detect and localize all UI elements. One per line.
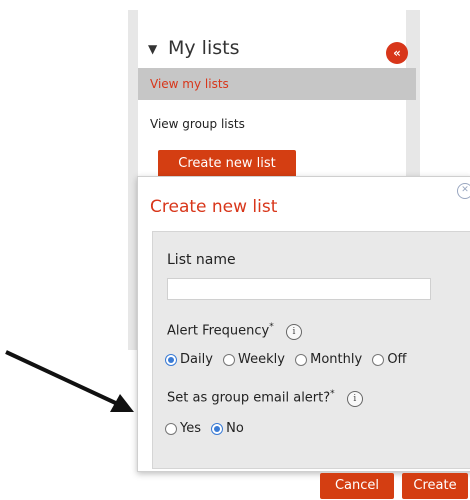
annotation-arrow-icon xyxy=(5,350,134,412)
